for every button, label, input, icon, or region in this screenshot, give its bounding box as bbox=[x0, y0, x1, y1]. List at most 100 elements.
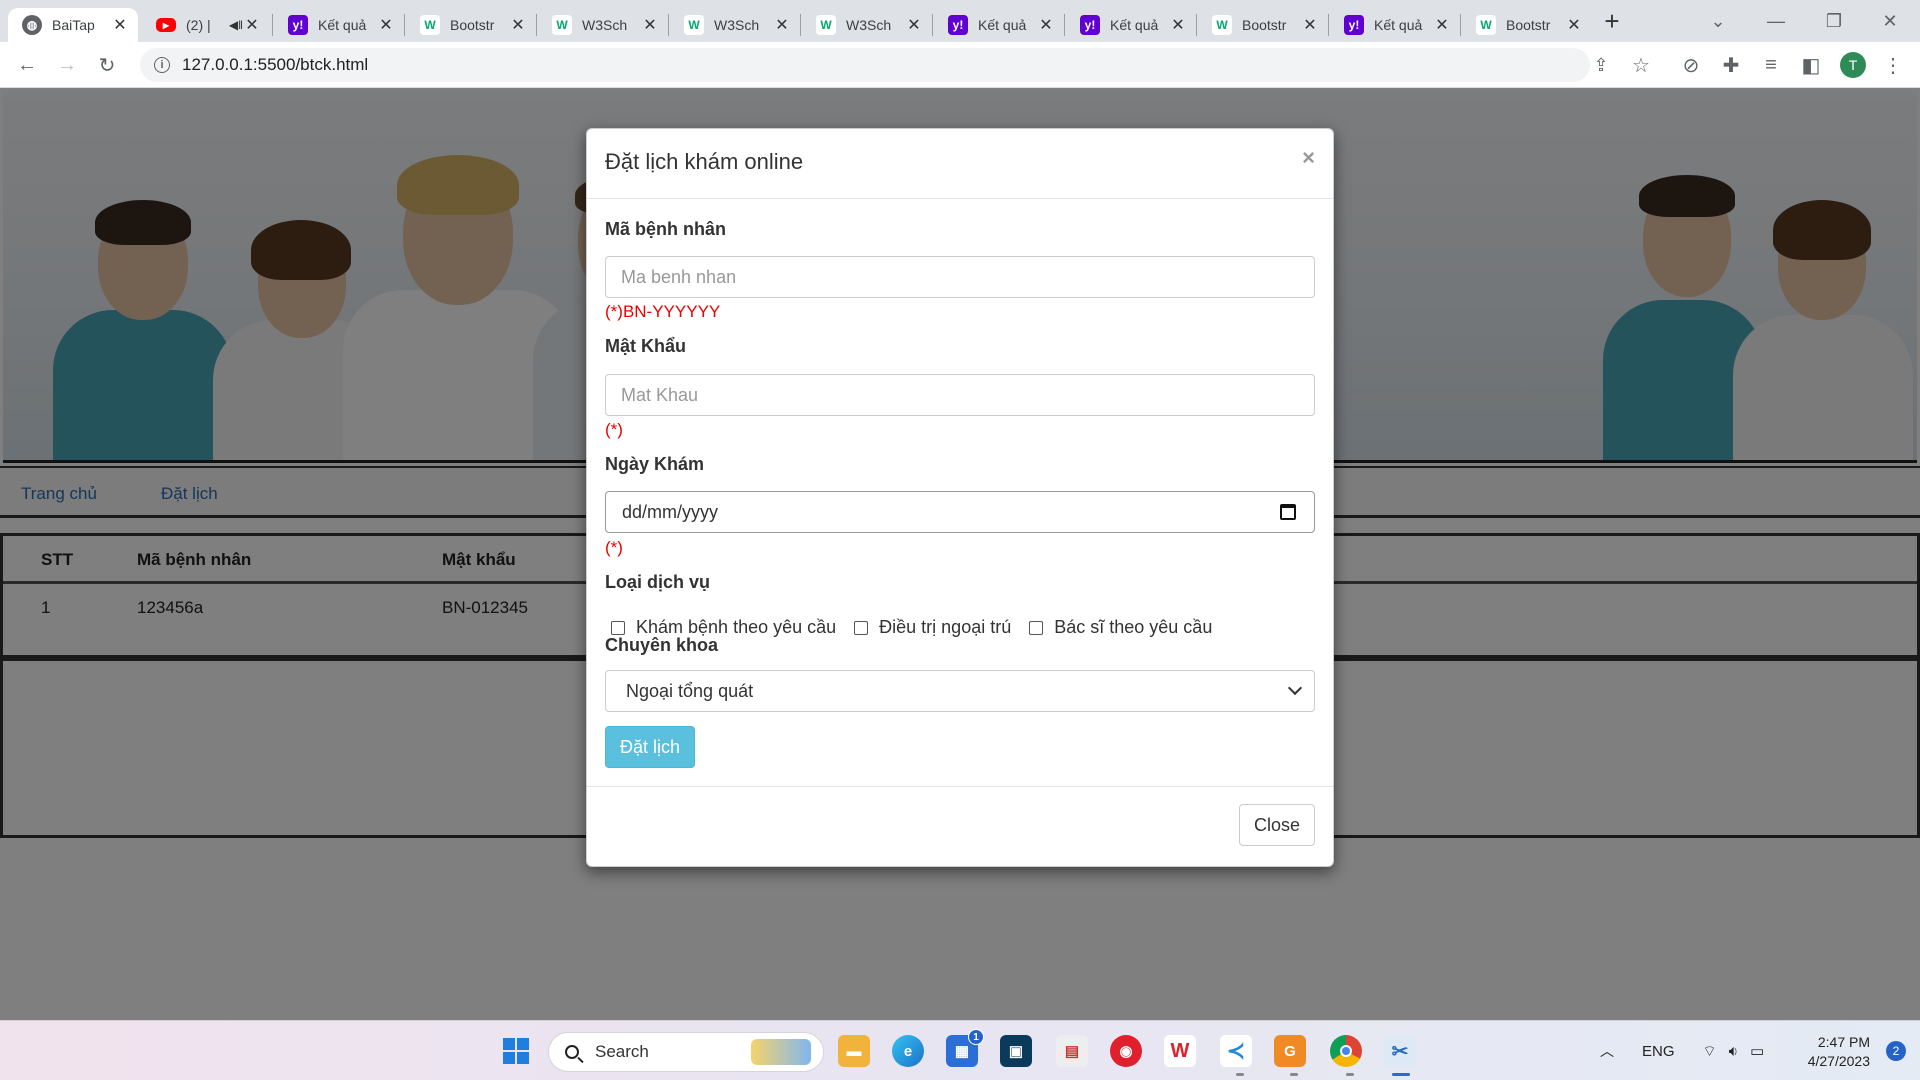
snipping-tool-icon[interactable]: ✂ bbox=[1384, 1035, 1416, 1067]
clock[interactable]: 2:47 PM 4/27/2023 bbox=[1808, 1033, 1870, 1071]
specialty-select[interactable]: Ngoại tổng quát bbox=[605, 670, 1315, 712]
extensions-puzzle-icon[interactable]: ✚ bbox=[1716, 50, 1746, 80]
close-icon[interactable]: ✕ bbox=[112, 15, 128, 35]
close-icon[interactable]: ✕ bbox=[1566, 15, 1582, 35]
w3schools-icon: W bbox=[1476, 15, 1496, 35]
tab-title: Kết quả bbox=[318, 17, 367, 33]
edge-icon[interactable]: e bbox=[892, 1035, 924, 1067]
tab-w3schools[interactable]: W Bootstr ✕ bbox=[1198, 8, 1328, 42]
tab-title: Bootstr bbox=[450, 17, 495, 33]
info-icon[interactable]: i bbox=[154, 57, 170, 73]
reload-icon[interactable]: ↻ bbox=[92, 50, 122, 80]
patient-id-input[interactable] bbox=[605, 256, 1315, 298]
tab-separator bbox=[800, 14, 801, 36]
checkbox[interactable] bbox=[854, 620, 869, 635]
tab-w3schools[interactable]: W W3Sch ✕ bbox=[802, 8, 932, 42]
close-icon[interactable]: ✕ bbox=[642, 15, 658, 35]
menu-kebab-icon[interactable]: ⋮ bbox=[1878, 50, 1908, 80]
close-icon[interactable]: × bbox=[1302, 145, 1315, 171]
specialty-label: Chuyên khoa bbox=[605, 635, 719, 655]
date-input[interactable]: dd/mm/yyyy bbox=[605, 491, 1315, 533]
media-queue-icon[interactable]: ≡ bbox=[1756, 50, 1786, 80]
browser-toolbar: ← → ↻ i 127.0.0.1:5500/btck.html ⇪ ☆ ⊘ ✚… bbox=[0, 42, 1920, 88]
close-icon[interactable]: ✕ bbox=[906, 15, 922, 35]
close-icon[interactable]: ✕ bbox=[1170, 15, 1186, 35]
tab-title: Kết quả bbox=[978, 17, 1027, 33]
tab-yahoo[interactable]: y! Kết quả ✕ bbox=[1066, 8, 1196, 42]
tab-baitap[interactable]: ◍ BaiTap ✕ bbox=[8, 8, 138, 42]
password-input[interactable] bbox=[605, 374, 1315, 416]
share-icon[interactable]: ⇪ bbox=[1586, 50, 1616, 80]
minimize-button[interactable]: — bbox=[1746, 0, 1806, 42]
calendar-icon[interactable] bbox=[1280, 504, 1296, 520]
tab-w3schools[interactable]: W Bootstr ✕ bbox=[1462, 8, 1592, 42]
tab-w3schools[interactable]: W W3Sch ✕ bbox=[538, 8, 668, 42]
tab-yahoo[interactable]: y! Kết quả ✕ bbox=[274, 8, 404, 42]
close-icon[interactable]: ✕ bbox=[1302, 15, 1318, 35]
wps-office-icon[interactable]: W bbox=[1164, 1035, 1196, 1067]
file-explorer-icon[interactable]: ▬ bbox=[838, 1035, 870, 1067]
running-indicator bbox=[1236, 1073, 1244, 1076]
window-close-button[interactable]: ✕ bbox=[1860, 0, 1920, 42]
booking-modal: Đặt lịch khám online × Mã bệnh nhân (*)B… bbox=[586, 128, 1334, 867]
back-arrow-icon[interactable]: ← bbox=[12, 50, 42, 80]
close-icon[interactable]: ✕ bbox=[378, 15, 394, 35]
service-option[interactable]: Bác sĩ theo yêu cầu bbox=[1029, 617, 1212, 638]
side-panel-icon[interactable]: ◧ bbox=[1796, 50, 1826, 80]
language-indicator[interactable]: ENG bbox=[1642, 1043, 1675, 1060]
checkbox[interactable] bbox=[611, 620, 625, 635]
chevron-down-icon bbox=[1287, 680, 1303, 696]
close-icon[interactable]: ✕ bbox=[774, 15, 790, 35]
checkbox[interactable] bbox=[1029, 620, 1044, 635]
close-icon[interactable]: ✕ bbox=[244, 15, 260, 35]
pdf-app-icon[interactable]: G bbox=[1274, 1035, 1306, 1067]
yahoo-icon: y! bbox=[948, 15, 968, 35]
running-indicator bbox=[1290, 1073, 1298, 1076]
chevron-up-icon[interactable]: ︿ bbox=[1600, 1041, 1614, 1061]
app-icon[interactable]: ▣ bbox=[1000, 1035, 1032, 1067]
tab-youtube[interactable]: ▶ (2) | ◀‖ ✕ bbox=[142, 8, 270, 42]
w3schools-icon: W bbox=[816, 15, 836, 35]
search-highlight-icon bbox=[751, 1039, 811, 1065]
vscode-icon[interactable]: ≺ bbox=[1220, 1035, 1252, 1067]
url-text: 127.0.0.1:5500/btck.html bbox=[182, 55, 369, 74]
new-tab-button[interactable]: + bbox=[1582, 0, 1642, 42]
address-bar[interactable]: i 127.0.0.1:5500/btck.html bbox=[140, 48, 1590, 82]
forward-arrow-icon[interactable]: → bbox=[52, 50, 82, 80]
notification-badge[interactable]: 2 bbox=[1886, 1041, 1906, 1061]
mute-icon[interactable]: ◀‖ bbox=[228, 18, 244, 32]
close-button[interactable]: Close bbox=[1239, 804, 1315, 846]
windows-start-icon[interactable] bbox=[500, 1035, 532, 1067]
patient-id-label: Mã bệnh nhân bbox=[605, 219, 726, 239]
tab-search-icon[interactable]: ⌄ bbox=[1688, 0, 1748, 42]
volume-icon[interactable]: 🔉︎ bbox=[1729, 1043, 1738, 1060]
bookmark-star-icon[interactable]: ☆ bbox=[1626, 50, 1656, 80]
wifi-icon[interactable]: ⌔ bbox=[1703, 1042, 1717, 1061]
taskbar-search[interactable]: Search bbox=[548, 1032, 824, 1072]
tab-title: (2) | bbox=[186, 17, 211, 33]
tab-separator bbox=[932, 14, 933, 36]
tab-separator bbox=[1196, 14, 1197, 36]
tab-w3schools[interactable]: W W3Sch ✕ bbox=[670, 8, 800, 42]
red-app-icon[interactable]: ◉ bbox=[1110, 1035, 1142, 1067]
running-indicator bbox=[1346, 1073, 1354, 1076]
close-icon[interactable]: ✕ bbox=[510, 15, 526, 35]
chrome-icon[interactable] bbox=[1330, 1035, 1362, 1067]
snipping-app-icon[interactable]: ▤ bbox=[1056, 1035, 1088, 1067]
patient-id-hint: (*)BN-YYYYYY bbox=[605, 302, 721, 321]
submit-booking-button[interactable]: Đặt lịch bbox=[605, 726, 695, 768]
close-icon[interactable]: ✕ bbox=[1038, 15, 1054, 35]
tab-yahoo[interactable]: y! Kết quả ✕ bbox=[1330, 8, 1460, 42]
clock-time: 2:47 PM bbox=[1817, 1034, 1870, 1050]
close-icon[interactable]: ✕ bbox=[1434, 15, 1450, 35]
profile-avatar[interactable]: T bbox=[1838, 50, 1868, 80]
tab-yahoo[interactable]: y! Kết quả ✕ bbox=[934, 8, 1064, 42]
tab-w3schools[interactable]: W Bootstr ✕ bbox=[406, 8, 536, 42]
service-option[interactable]: Điều trị ngoại trú bbox=[854, 617, 1011, 638]
store-icon[interactable]: ▦ 1 bbox=[946, 1029, 984, 1067]
battery-icon[interactable]: ▭ bbox=[1750, 1042, 1764, 1060]
tab-title: W3Sch bbox=[846, 17, 892, 33]
compass-icon[interactable]: ⊘ bbox=[1676, 50, 1706, 80]
date-label: Ngày Khám bbox=[605, 454, 705, 474]
restore-button[interactable]: ❐ bbox=[1804, 0, 1864, 42]
